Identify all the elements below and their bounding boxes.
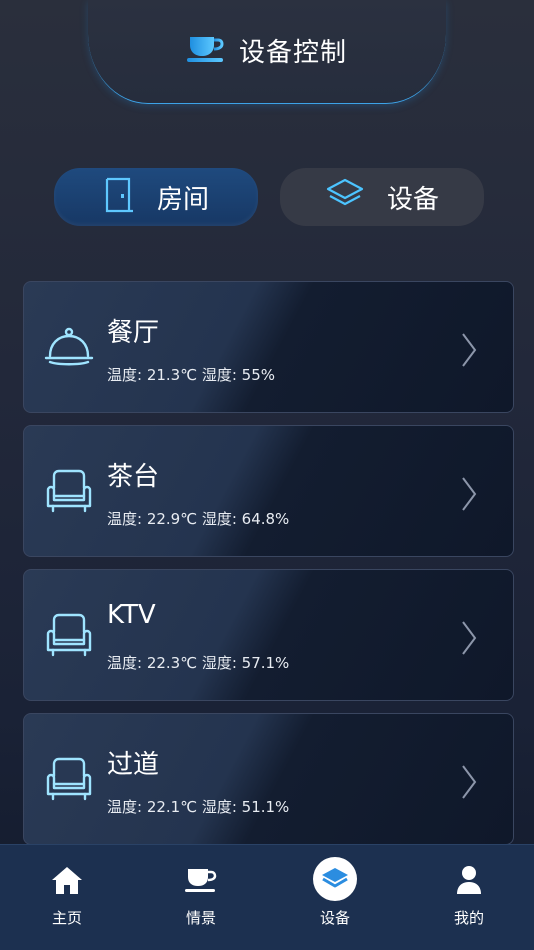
home-icon [51,865,83,899]
layers-icon [325,177,365,217]
view-tabs: 房间 设备 [54,168,484,226]
page-title: 设备控制 [238,38,347,68]
nav-home[interactable]: 主页 [22,845,112,950]
room-stats: 温度: 22.3℃ 湿度: 57.1% [107,654,290,672]
tab-rooms[interactable]: 房间 [54,168,258,226]
room-card-ktv[interactable]: KTV 温度: 22.3℃ 湿度: 57.1% [23,569,514,701]
nav-mine[interactable]: 我的 [424,845,514,950]
page-header: 设备控制 [88,0,446,104]
room-card-corridor[interactable]: 过道 温度: 22.1℃ 湿度: 51.1% [23,713,514,845]
room-name: KTV [107,600,156,630]
tab-devices[interactable]: 设备 [280,168,484,226]
chevron-right-icon [461,476,477,512]
armchair-icon [44,754,94,804]
armchair-icon [44,466,94,516]
tab-rooms-label: 房间 [156,184,209,215]
person-icon [455,865,483,899]
tab-devices-label: 设备 [386,184,439,215]
room-stats: 温度: 22.9℃ 湿度: 64.8% [107,510,290,528]
room-stats: 温度: 21.3℃ 湿度: 55% [107,366,275,384]
layers-icon [313,857,357,901]
cloche-icon [44,322,94,372]
teacup-icon [185,865,217,899]
nav-scene-label: 情景 [185,909,216,927]
room-name: 餐厅 [107,318,160,348]
door-icon [103,177,135,217]
chevron-right-icon [461,620,477,656]
chevron-right-icon [461,332,477,368]
room-name: 茶台 [107,462,160,492]
bottom-nav: 主页 情景 设备 我的 [0,844,534,950]
room-card-dining[interactable]: 餐厅 温度: 21.3℃ 湿度: 55% [23,281,514,413]
teacup-icon [186,35,225,67]
chevron-right-icon [461,764,477,800]
room-name: 过道 [107,750,160,780]
nav-mine-label: 我的 [453,909,484,927]
nav-scene[interactable]: 情景 [156,845,246,950]
nav-device-label: 设备 [319,909,350,927]
armchair-icon [44,610,94,660]
room-list: 餐厅 温度: 21.3℃ 湿度: 55% 茶台 温度: 22.9℃ 湿度: 64… [23,281,514,857]
room-card-tea[interactable]: 茶台 温度: 22.9℃ 湿度: 64.8% [23,425,514,557]
room-stats: 温度: 22.1℃ 湿度: 51.1% [107,798,290,816]
nav-device[interactable]: 设备 [290,845,380,950]
nav-home-label: 主页 [51,909,82,927]
